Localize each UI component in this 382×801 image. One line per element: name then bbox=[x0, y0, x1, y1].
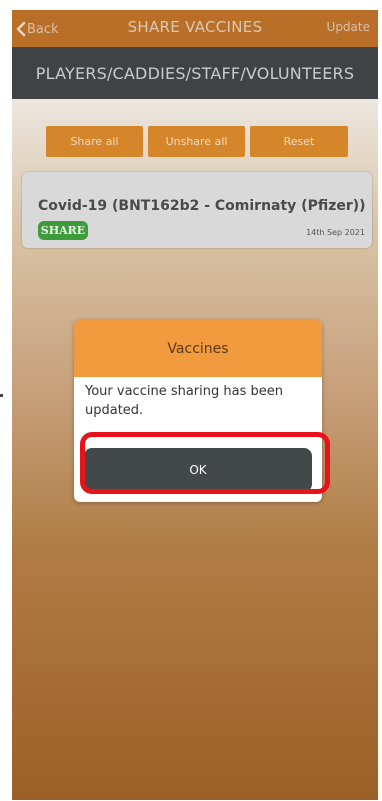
share-status-badge[interactable]: SHARE bbox=[38, 221, 88, 240]
edge-marker bbox=[0, 394, 3, 397]
dialog-message: Your vaccine sharing has been updated. bbox=[85, 384, 283, 418]
update-button[interactable]: Update bbox=[327, 20, 370, 34]
category-bar: PLAYERS/CADDIES/STAFF/VOLUNTEERS bbox=[12, 47, 378, 99]
share-all-button[interactable]: Share all bbox=[46, 126, 143, 157]
nav-header: Back SHARE VACCINES Update bbox=[12, 10, 378, 47]
category-label: PLAYERS/CADDIES/STAFF/VOLUNTEERS bbox=[35, 63, 355, 83]
vaccine-card[interactable]: Covid-19 (BNT162b2 - Comirnaty (Pfizer))… bbox=[22, 172, 372, 248]
unshare-all-button[interactable]: Unshare all bbox=[148, 126, 245, 157]
dialog-header: Vaccines bbox=[74, 320, 322, 377]
dialog-title: Vaccines bbox=[167, 340, 229, 357]
vaccines-dialog: Vaccines Your vaccine sharing has been u… bbox=[74, 320, 322, 502]
reset-button[interactable]: Reset bbox=[250, 126, 348, 157]
app-screen: Back SHARE VACCINES Update PLAYERS/CADDI… bbox=[12, 10, 378, 800]
page-title: SHARE VACCINES bbox=[127, 18, 263, 36]
vaccine-date: 14th Sep 2021 bbox=[306, 228, 365, 237]
ok-button[interactable]: OK bbox=[84, 448, 312, 492]
vaccine-name: Covid-19 (BNT162b2 - Comirnaty (Pfizer)) bbox=[38, 198, 366, 214]
